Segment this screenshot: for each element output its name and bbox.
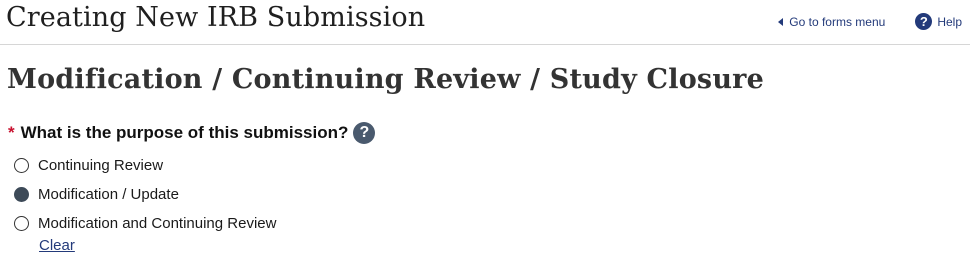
purpose-radio-group: Continuing Review Modification / Update … [14,151,276,238]
go-to-forms-menu-label: Go to forms menu [789,14,886,29]
required-marker: * [8,123,15,142]
clear-selection-link[interactable]: Clear [39,237,75,254]
help-link[interactable]: ? Help [915,13,962,30]
question-help-icon[interactable]: ? [353,122,376,144]
caret-left-icon [778,17,784,26]
radio-option-modification-and-continuing-review[interactable]: Modification and Continuing Review [14,209,276,238]
purpose-question: * What is the purpose of this submission… [8,122,376,144]
radio-button-selected[interactable] [14,187,29,202]
radio-button[interactable] [14,158,29,173]
radio-option-continuing-review[interactable]: Continuing Review [14,151,276,180]
radio-option-label: Modification / Update [38,186,179,203]
go-to-forms-menu-link[interactable]: Go to forms menu [778,15,885,29]
page-header: Creating New IRB Submission Go to forms … [0,0,970,45]
page-title: Creating New IRB Submission [6,2,426,33]
header-links: Go to forms menu ? Help [778,13,962,30]
radio-option-modification-update[interactable]: Modification / Update [14,180,276,209]
help-label: Help [937,14,962,29]
section-title: Modification / Continuing Review / Study… [7,64,764,95]
question-circle-icon: ? [915,13,933,30]
radio-option-label: Continuing Review [38,157,164,174]
radio-option-label: Modification and Continuing Review [38,215,277,232]
question-label: What is the purpose of this submission? [20,123,349,142]
radio-button[interactable] [14,216,29,231]
